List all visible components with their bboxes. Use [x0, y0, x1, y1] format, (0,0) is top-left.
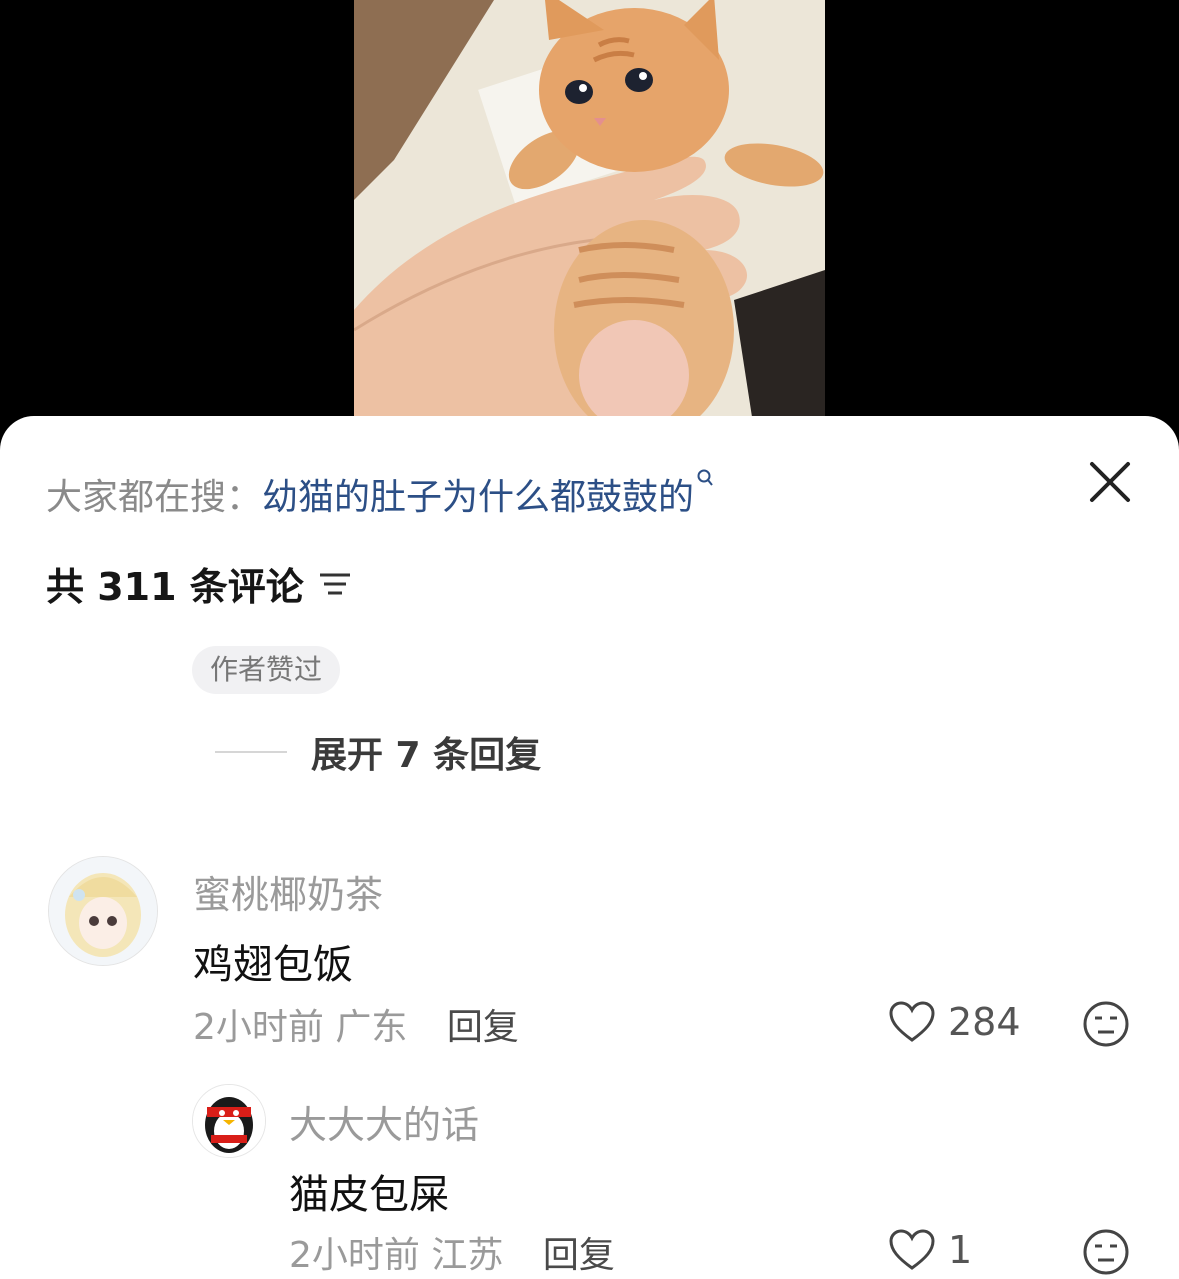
- comment-location: 广东: [335, 1007, 408, 1048]
- trending-search-query[interactable]: 幼猫的肚子为什么都鼓鼓的: [262, 477, 694, 518]
- avatar[interactable]: [48, 856, 158, 966]
- trending-search-label: 大家都在搜：: [46, 477, 263, 518]
- video-player[interactable]: [0, 0, 1179, 430]
- comment-item: 大大大的话 猫皮包屎 2小时前 江苏 回复 1: [0, 1084, 1179, 1279]
- anime-girl-avatar-icon: [49, 857, 157, 965]
- expand-replies-label: 展开 7 条回复: [311, 735, 542, 776]
- close-icon[interactable]: [1084, 456, 1136, 508]
- penguin-avatar-icon: [193, 1085, 265, 1157]
- comment-item: 蜜桃椰奶茶 鸡翅包饭 2小时前 广东 回复 284: [0, 856, 1179, 1056]
- author-liked-badge: 作者赞过: [192, 646, 341, 694]
- kitten-video-frame: [354, 0, 825, 430]
- comments-count-header: 共 311 条评论: [46, 556, 352, 611]
- heart-icon: [889, 1001, 935, 1042]
- dislike-face-icon[interactable]: [1082, 1000, 1130, 1048]
- divider: [215, 751, 287, 753]
- like-button[interactable]: 1: [888, 1228, 972, 1272]
- comment-time: 2小时前: [193, 1007, 324, 1048]
- avatar[interactable]: [192, 1084, 266, 1158]
- comment-text: 鸡翅包饭: [193, 942, 353, 988]
- like-button[interactable]: 284: [888, 1000, 1021, 1044]
- like-count: 284: [948, 1000, 1021, 1044]
- comment-meta: 2小时前 广东 回复: [193, 998, 519, 1050]
- comments-count: 共 311 条评论: [46, 565, 304, 609]
- like-count: 1: [948, 1228, 973, 1272]
- reply-button[interactable]: 回复: [447, 1007, 519, 1048]
- comment-username[interactable]: 蜜桃椰奶茶: [193, 864, 383, 919]
- comment-username[interactable]: 大大大的话: [289, 1094, 479, 1149]
- comment-text: 猫皮包屎: [289, 1172, 449, 1218]
- dislike-face-icon[interactable]: [1082, 1228, 1130, 1276]
- expand-replies-button[interactable]: 展开 7 条回复: [215, 726, 541, 778]
- reply-button[interactable]: 回复: [543, 1235, 615, 1276]
- comment-sheet: 大家都在搜：幼猫的肚子为什么都鼓鼓的 共 311 条评论 作者赞过 展开 7 条…: [0, 416, 1179, 1279]
- comment-time: 2小时前: [289, 1235, 420, 1276]
- search-icon: [697, 469, 713, 486]
- comment-meta: 2小时前 江苏 回复: [289, 1226, 615, 1278]
- heart-icon: [889, 1229, 935, 1270]
- kitten-image: [354, 0, 825, 430]
- comment-location: 江苏: [431, 1235, 504, 1276]
- sort-icon[interactable]: [318, 569, 352, 599]
- trending-search[interactable]: 大家都在搜：幼猫的肚子为什么都鼓鼓的: [46, 468, 716, 520]
